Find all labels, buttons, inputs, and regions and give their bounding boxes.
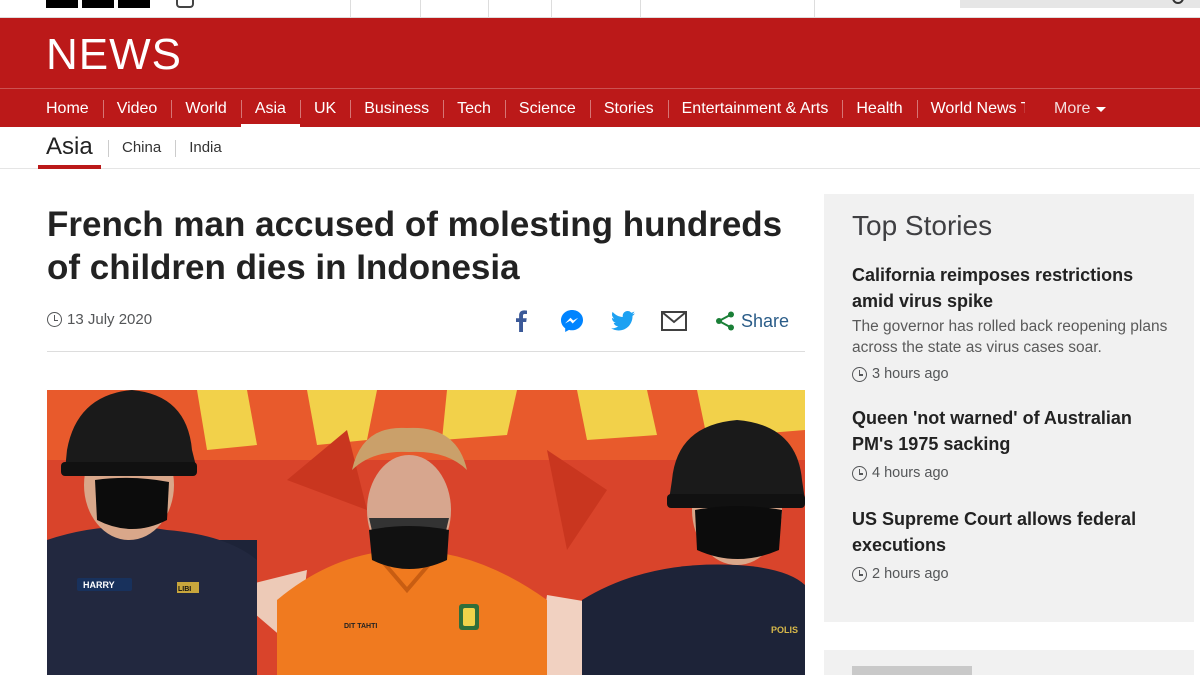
nav-item-world-news-tv[interactable]: World News TV bbox=[916, 89, 1025, 128]
nav-item-entertainment-arts[interactable]: Entertainment & Arts bbox=[667, 89, 843, 128]
nav-item-asia[interactable]: Asia bbox=[240, 89, 301, 128]
search-input[interactable] bbox=[960, 0, 1200, 8]
section-title[interactable]: Asia bbox=[38, 131, 101, 169]
nav-item-stories[interactable]: Stories bbox=[589, 89, 668, 128]
story-timestamp: 2 hours ago bbox=[852, 566, 1172, 582]
article-meta: 13 July 2020 Share bbox=[47, 308, 805, 352]
main-nav: Home Video World Asia UK Business Tech S… bbox=[0, 88, 1200, 128]
nav-item-world[interactable]: World bbox=[171, 89, 241, 128]
story-title[interactable]: Queen 'not warned' of Australian PM's 19… bbox=[852, 405, 1172, 457]
nav-item-health[interactable]: Health bbox=[842, 89, 916, 128]
clock-icon bbox=[47, 312, 62, 327]
email-icon[interactable] bbox=[660, 308, 687, 334]
share-icon bbox=[715, 311, 734, 331]
article-date: 13 July 2020 bbox=[47, 311, 152, 328]
facebook-icon[interactable] bbox=[508, 308, 534, 334]
messenger-icon[interactable] bbox=[559, 308, 585, 334]
top-stories-panel: Top Stories California reimposes restric… bbox=[824, 194, 1194, 622]
top-story-item[interactable]: California reimposes restrictions amid v… bbox=[852, 262, 1172, 382]
features-title-peek bbox=[852, 666, 972, 675]
share-tools: Share bbox=[483, 308, 789, 334]
story-summary: The governor has rolled back reopening p… bbox=[852, 318, 1168, 356]
badge-polis: POLIS bbox=[771, 625, 798, 635]
badge-libi: LIBI bbox=[178, 586, 191, 593]
nav-item-video[interactable]: Video bbox=[102, 89, 172, 128]
divider bbox=[420, 0, 421, 17]
story-timestamp: 3 hours ago bbox=[852, 366, 1172, 382]
clock-icon bbox=[852, 465, 867, 481]
subnav-item-india[interactable]: India bbox=[175, 137, 236, 159]
share-button[interactable]: Share bbox=[715, 311, 789, 332]
news-logo[interactable]: NEWS bbox=[46, 30, 182, 80]
share-label: Share bbox=[740, 310, 789, 331]
nav-item-science[interactable]: Science bbox=[504, 89, 590, 128]
article-photo: HARRY LIBI DIT TAHTI POLIS bbox=[47, 390, 805, 675]
story-time-text: 2 hours ago bbox=[872, 566, 949, 582]
top-story-item[interactable]: US Supreme Court allows federal executio… bbox=[852, 506, 1172, 582]
clock-icon bbox=[852, 366, 867, 382]
article-headline: French man accused of molesting hundreds… bbox=[47, 205, 783, 287]
nav-item-uk[interactable]: UK bbox=[299, 89, 350, 128]
user-icon[interactable] bbox=[176, 0, 194, 8]
date-text: 13 July 2020 bbox=[67, 311, 153, 328]
more-label: More bbox=[1054, 100, 1091, 117]
twitter-icon[interactable] bbox=[610, 308, 636, 334]
nav-item-home[interactable]: Home bbox=[32, 89, 103, 128]
clock-icon bbox=[852, 566, 867, 582]
story-title[interactable]: California reimposes restrictions amid v… bbox=[852, 262, 1172, 314]
more-menu-button[interactable]: More bbox=[1054, 89, 1107, 128]
bbc-top-bar bbox=[0, 0, 1200, 18]
top-story-item[interactable]: Queen 'not warned' of Australian PM's 19… bbox=[852, 405, 1172, 481]
news-header: NEWS Home Video World Asia UK Business T… bbox=[0, 18, 1200, 128]
divider bbox=[551, 0, 552, 17]
divider bbox=[350, 0, 351, 17]
divider bbox=[640, 0, 641, 17]
bbc-logo[interactable] bbox=[46, 0, 150, 8]
nav-item-business[interactable]: Business bbox=[350, 89, 443, 128]
subnav-item-china[interactable]: China bbox=[108, 137, 175, 159]
story-time-text: 3 hours ago bbox=[872, 366, 949, 382]
nav-item-tech[interactable]: Tech bbox=[443, 89, 505, 128]
badge-dit-tahti: DIT TAHTI bbox=[344, 623, 377, 630]
press-conference-image: HARRY LIBI DIT TAHTI POLIS bbox=[47, 390, 805, 675]
divider bbox=[814, 0, 815, 17]
features-panel bbox=[824, 650, 1194, 675]
top-stories-title: Top Stories bbox=[852, 210, 993, 241]
secondary-nav: Asia China India bbox=[0, 127, 1200, 169]
chevron-down-icon bbox=[1096, 107, 1107, 112]
divider bbox=[488, 0, 489, 17]
badge-harry: HARRY bbox=[83, 580, 115, 590]
story-timestamp: 4 hours ago bbox=[852, 465, 1172, 481]
story-title[interactable]: US Supreme Court allows federal executio… bbox=[852, 506, 1172, 558]
story-time-text: 4 hours ago bbox=[872, 465, 949, 481]
